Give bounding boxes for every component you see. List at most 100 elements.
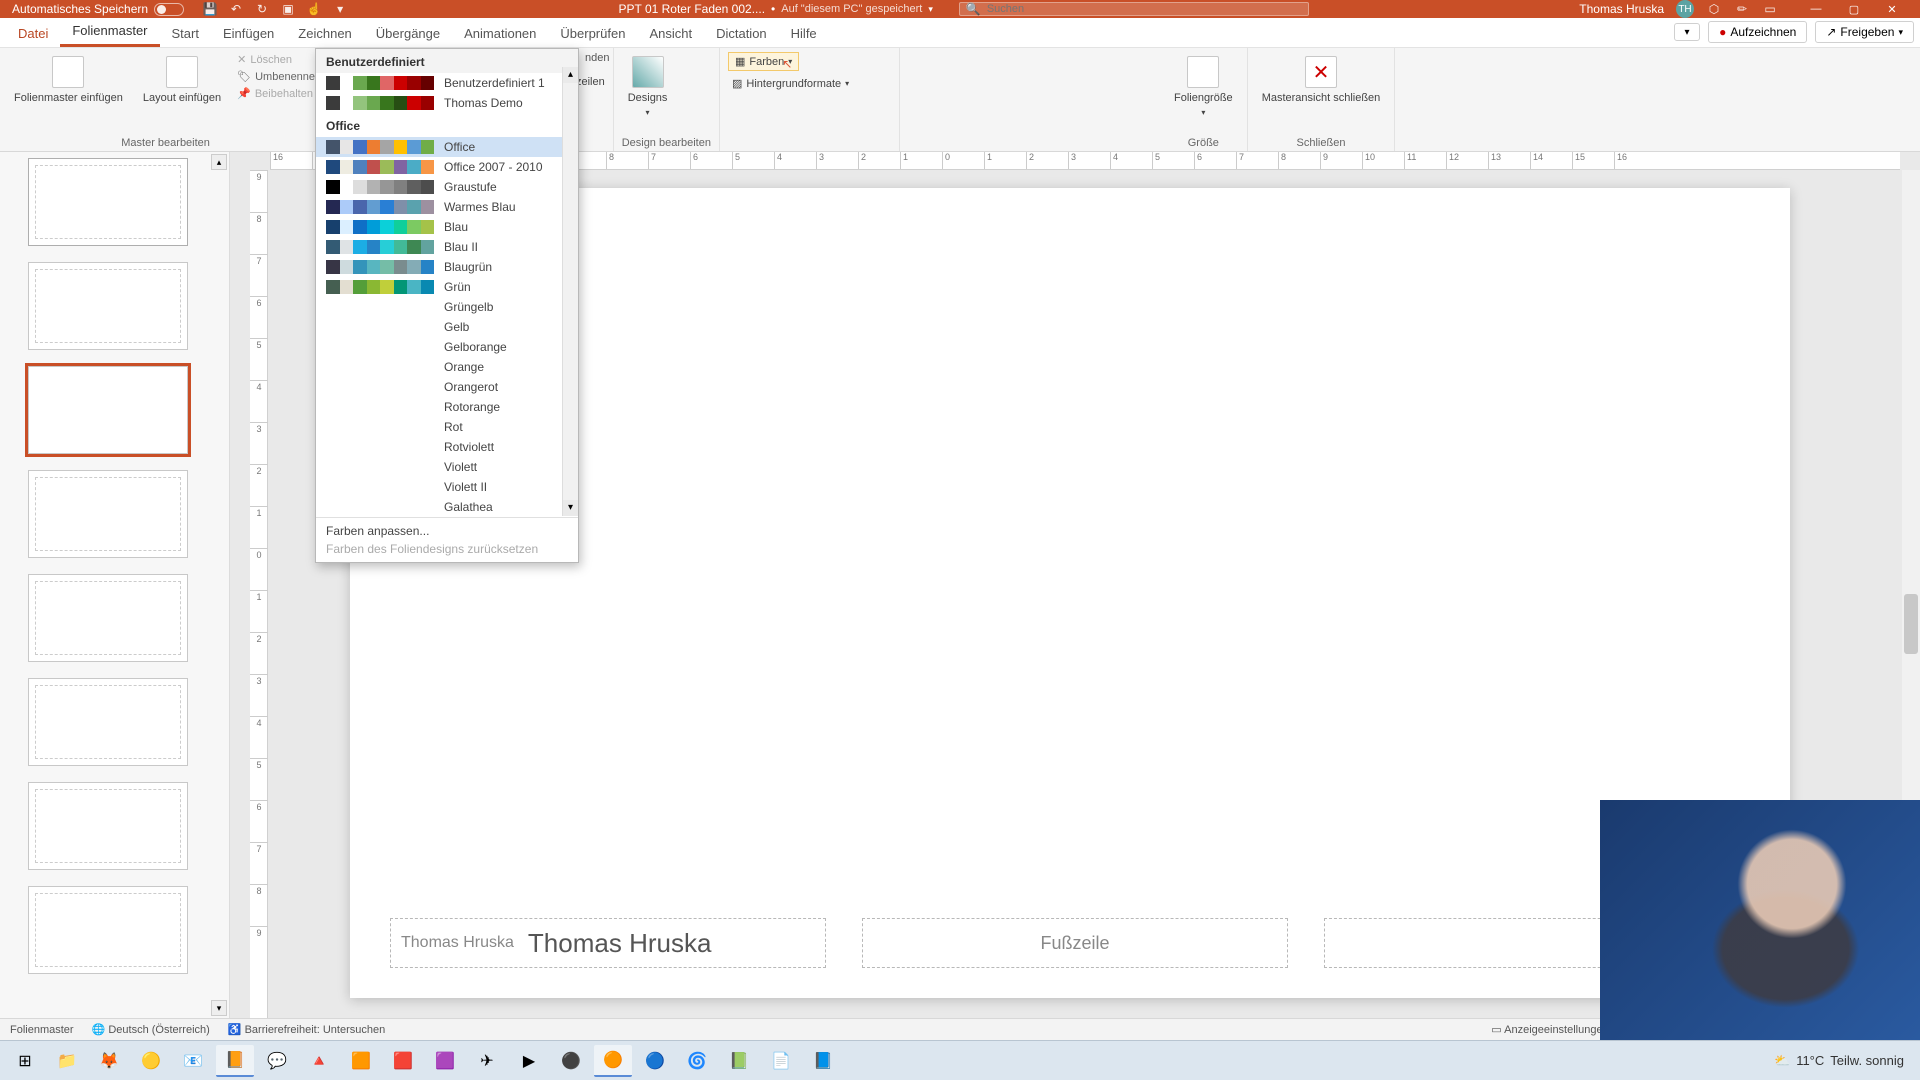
app-icon-3[interactable]: 🟥	[384, 1045, 422, 1077]
color-scheme-thomas-demo[interactable]: Thomas Demo	[316, 93, 578, 113]
sync-icon[interactable]: ⬡	[1706, 1, 1722, 17]
colors-dropdown-menu[interactable]: Benutzerdefiniert Benutzerdefiniert 1Tho…	[315, 48, 579, 563]
color-scheme-rot[interactable]: Rot	[316, 417, 578, 437]
color-scheme-grün[interactable]: Grün	[316, 277, 578, 297]
color-scheme-blaugrün[interactable]: Blaugrün	[316, 257, 578, 277]
insert-layout-button[interactable]: Layout einfügen	[137, 52, 227, 108]
color-scheme-benutzerdefiniert-1[interactable]: Benutzerdefiniert 1	[316, 73, 578, 93]
ribbon-mode-switch[interactable]: ▾	[1674, 23, 1700, 41]
color-scheme-violett-ii[interactable]: Violett II	[316, 477, 578, 497]
scroll-up-arrow[interactable]: ▴	[563, 67, 578, 83]
excel-icon[interactable]: 📗	[720, 1045, 758, 1077]
present-icon[interactable]: ▣	[280, 1, 296, 17]
onenote-icon[interactable]: 🟪	[426, 1045, 464, 1077]
color-scheme-warmes-blau[interactable]: Warmes Blau	[316, 197, 578, 217]
colors-dropdown-button[interactable]: ▦ Farben ▾ ↖	[728, 52, 799, 71]
telegram-icon[interactable]: ✈	[468, 1045, 506, 1077]
start-button[interactable]: ⊞	[6, 1045, 44, 1077]
qat-more-icon[interactable]: ▾	[332, 1, 348, 17]
thumb-layout-4[interactable]	[28, 574, 188, 662]
save-icon[interactable]: 💾	[202, 1, 218, 17]
tab-dictation[interactable]: Dictation	[704, 20, 779, 47]
display-settings[interactable]: ▭ Anzeigeeinstellungen	[1491, 1023, 1608, 1036]
app-icon-4[interactable]: ▶	[510, 1045, 548, 1077]
chrome-icon[interactable]: 🟡	[132, 1045, 170, 1077]
app-icon-7[interactable]: 📄	[762, 1045, 800, 1077]
tab-ueberpruefen[interactable]: Überprüfen	[548, 20, 637, 47]
slide-thumbnails[interactable]: ▴ ▾	[0, 152, 230, 1018]
save-status[interactable]: Auf "diesem PC" gespeichert	[781, 3, 922, 15]
color-scheme-blau[interactable]: Blau	[316, 217, 578, 237]
color-scheme-gelb[interactable]: Gelb	[316, 317, 578, 337]
tab-uebergaenge[interactable]: Übergänge	[364, 20, 452, 47]
scroll-down-arrow[interactable]: ▾	[563, 500, 578, 516]
touch-icon[interactable]: ☝	[306, 1, 322, 17]
file-name[interactable]: PPT 01 Roter Faden 002....	[619, 2, 766, 16]
edge-icon[interactable]: 🌀	[678, 1045, 716, 1077]
coming-soon-icon[interactable]: ✏	[1734, 1, 1750, 17]
close-master-button[interactable]: ✕Masteransicht schließen	[1256, 52, 1387, 108]
thumbs-scroll-up[interactable]: ▴	[211, 154, 227, 170]
color-scheme-galathea[interactable]: Galathea	[316, 497, 578, 517]
weather-widget[interactable]: ⛅ 11°C Teilw. sonnig	[1774, 1053, 1914, 1069]
tab-hilfe[interactable]: Hilfe	[779, 20, 829, 47]
autosave-toggle[interactable]: Automatisches Speichern	[4, 2, 192, 16]
customize-colors[interactable]: Farben anpassen...	[326, 524, 568, 538]
record-button[interactable]: ●Aufzeichnen	[1708, 21, 1807, 43]
color-scheme-blau-ii[interactable]: Blau II	[316, 237, 578, 257]
tab-folienmaster[interactable]: Folienmaster	[60, 17, 159, 47]
thumb-layout-2-selected[interactable]	[28, 366, 188, 454]
ribbon-options-icon[interactable]: ▭	[1762, 1, 1778, 17]
close-button[interactable]: ✕	[1874, 1, 1910, 17]
slide-size-button[interactable]: Foliengröße▾	[1168, 52, 1239, 121]
rename-button[interactable]: 🏷 Umbenennen	[235, 69, 323, 84]
thumb-layout-1[interactable]	[28, 262, 188, 350]
footer-left-placeholder[interactable]: Thomas Hruska Thomas Hruska	[390, 918, 826, 968]
tab-einfuegen[interactable]: Einfügen	[211, 20, 286, 47]
thumb-layout-7[interactable]	[28, 886, 188, 974]
view-mode[interactable]: Folienmaster	[10, 1024, 74, 1036]
user-name[interactable]: Thomas Hruska	[1579, 2, 1664, 16]
color-scheme-office-2007---2010[interactable]: Office 2007 - 2010	[316, 157, 578, 177]
color-scheme-gelborange[interactable]: Gelborange	[316, 337, 578, 357]
color-scheme-orangerot[interactable]: Orangerot	[316, 377, 578, 397]
color-scheme-orange[interactable]: Orange	[316, 357, 578, 377]
app-icon-1[interactable]: 💬	[258, 1045, 296, 1077]
toggle-switch[interactable]	[154, 3, 184, 16]
powerpoint-icon[interactable]: 📙	[216, 1045, 254, 1077]
color-scheme-rotorange[interactable]: Rotorange	[316, 397, 578, 417]
accessibility[interactable]: ♿ Barrierefreiheit: Untersuchen	[228, 1023, 385, 1036]
color-scheme-violett[interactable]: Violett	[316, 457, 578, 477]
redo-icon[interactable]: ↻	[254, 1, 270, 17]
outlook-icon[interactable]: 📧	[174, 1045, 212, 1077]
app-icon-5[interactable]: 🟠	[594, 1045, 632, 1077]
tab-zeichnen[interactable]: Zeichnen	[286, 20, 363, 47]
word-icon[interactable]: 📘	[804, 1045, 842, 1077]
footer-center-placeholder[interactable]: Fußzeile	[862, 918, 1288, 968]
minimize-button[interactable]: —	[1798, 1, 1834, 17]
vlc-icon[interactable]: 🔺	[300, 1045, 338, 1077]
undo-icon[interactable]: ↶	[228, 1, 244, 17]
color-scheme-graustufe[interactable]: Graustufe	[316, 177, 578, 197]
language[interactable]: 🌐 Deutsch (Österreich)	[92, 1023, 210, 1036]
share-button[interactable]: ↗Freigeben▾	[1815, 21, 1914, 43]
color-scheme-office[interactable]: Office	[316, 137, 578, 157]
windows-taskbar[interactable]: ⊞ 📁 🦊 🟡 📧 📙 💬 🔺 🟧 🟥 🟪 ✈ ▶ ⚫ 🟠 🔵 🌀 📗 📄 📘 …	[0, 1040, 1920, 1080]
maximize-button[interactable]: ▢	[1836, 1, 1872, 17]
color-scheme-grüngelb[interactable]: Grüngelb	[316, 297, 578, 317]
thumb-layout-6[interactable]	[28, 782, 188, 870]
background-formats-button[interactable]: ▨ Hintergrundformate ▾	[728, 75, 853, 92]
search-input[interactable]	[987, 3, 1302, 15]
insert-master-button[interactable]: Folienmaster einfügen	[8, 52, 129, 108]
thumb-master[interactable]	[28, 158, 188, 246]
tab-ansicht[interactable]: Ansicht	[637, 20, 704, 47]
obs-icon[interactable]: ⚫	[552, 1045, 590, 1077]
search-box[interactable]: 🔍	[959, 2, 1309, 16]
thumbs-scroll-down[interactable]: ▾	[211, 1000, 227, 1016]
tab-datei[interactable]: Datei	[6, 20, 60, 47]
user-avatar[interactable]: TH	[1676, 0, 1694, 18]
tab-start[interactable]: Start	[160, 20, 211, 47]
color-scheme-rotviolett[interactable]: Rotviolett	[316, 437, 578, 457]
firefox-icon[interactable]: 🦊	[90, 1045, 128, 1077]
designs-button[interactable]: Designs▾	[622, 52, 674, 121]
